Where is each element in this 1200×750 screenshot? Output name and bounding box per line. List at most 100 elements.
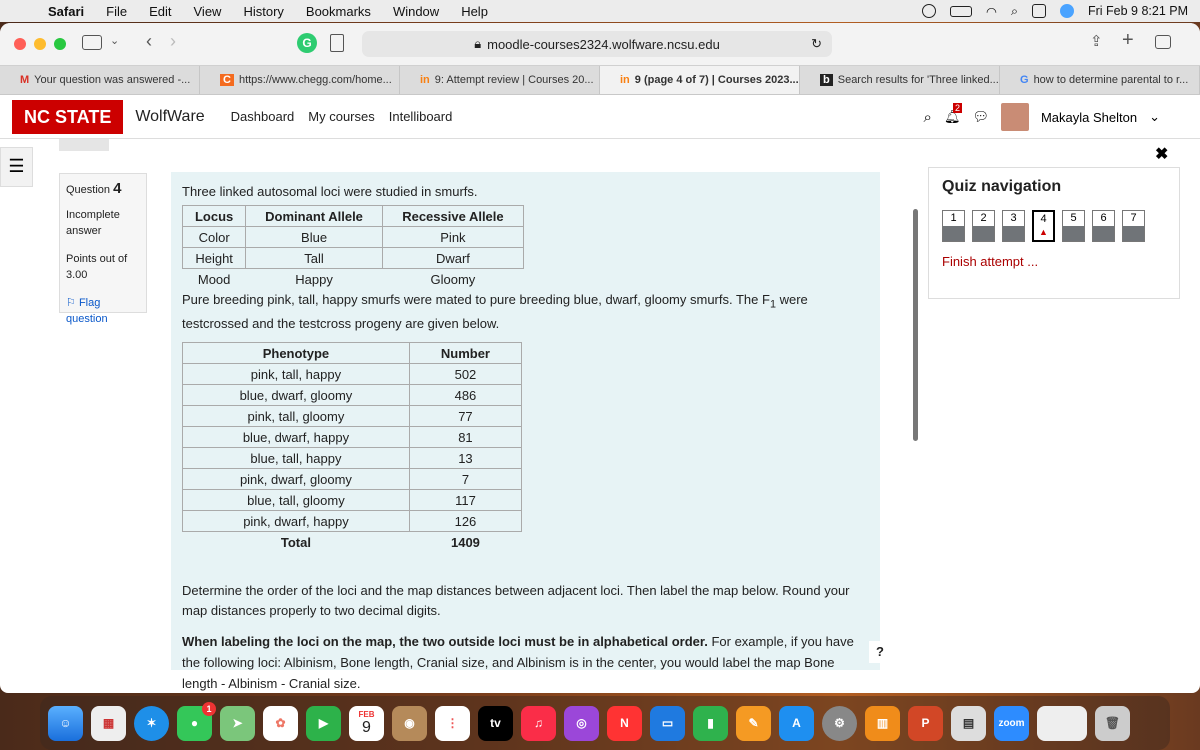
- books-icon[interactable]: ▥: [865, 705, 900, 741]
- notification-bell-icon[interactable]: 🔔︎ 2: [944, 103, 962, 125]
- chevron-down-icon[interactable]: ⌄: [110, 34, 119, 47]
- wifi-icon[interactable]: ◠: [986, 4, 997, 19]
- contacts-icon[interactable]: ◉: [392, 705, 427, 741]
- address-bar[interactable]: 🔒︎ moodle-courses2324.wolfware.ncsu.edu …: [362, 31, 832, 57]
- quiz-nav-q7[interactable]: 7: [1122, 210, 1145, 242]
- zoom-icon[interactable]: zoom: [994, 705, 1029, 741]
- nav-dashboard[interactable]: Dashboard: [231, 109, 295, 124]
- quiz-nav-q4[interactable]: 4 ▲: [1032, 210, 1055, 242]
- quiz-nav-q1[interactable]: 1: [942, 210, 965, 242]
- control-center-icon[interactable]: [1031, 4, 1046, 18]
- scrollbar[interactable]: [913, 209, 918, 441]
- menu-file[interactable]: File: [106, 4, 127, 19]
- table-cell: Total: [280, 534, 311, 550]
- table-cell: pink, tall, happy: [182, 363, 410, 386]
- help-button[interactable]: ?: [869, 641, 891, 663]
- flag-question-link[interactable]: ⚐ Flag question: [66, 295, 140, 327]
- menu-view[interactable]: View: [194, 4, 222, 19]
- tab-bartleby[interactable]: b Search results for 'Three linked...: [800, 66, 1000, 94]
- nav-intelliboard[interactable]: Intelliboard: [389, 109, 453, 124]
- zoom-window-button[interactable]: [54, 38, 66, 50]
- quiz-nav-q5[interactable]: 5: [1062, 210, 1085, 242]
- grammarly-icon[interactable]: [922, 4, 937, 18]
- facetime-icon[interactable]: ▶: [306, 705, 341, 741]
- forward-icon[interactable]: ›: [170, 31, 176, 52]
- search-icon[interactable]: ⌕: [1011, 4, 1018, 19]
- menu-history[interactable]: History: [243, 4, 283, 19]
- news-icon[interactable]: N: [607, 705, 642, 741]
- ncstate-logo[interactable]: NC STATE: [12, 99, 124, 134]
- table-header: Dominant Allele: [245, 205, 383, 227]
- grammarly-extension-icon[interactable]: G: [297, 33, 317, 53]
- tab-gmail[interactable]: M Your question was answered -...: [0, 66, 200, 94]
- menu-window[interactable]: Window: [393, 4, 439, 19]
- table-header-row: Phenotype Number: [182, 342, 523, 365]
- powerpoint-icon[interactable]: P: [908, 705, 943, 741]
- maps-icon[interactable]: ➤: [220, 705, 255, 741]
- quiz-nav-q2[interactable]: 2: [972, 210, 995, 242]
- table-cell: Blue: [245, 226, 383, 248]
- battery-icon[interactable]: [950, 5, 973, 17]
- calendar-icon[interactable]: FEB 9: [349, 705, 384, 741]
- menu-help[interactable]: Help: [461, 4, 488, 19]
- safari-icon[interactable]: ✶: [134, 705, 169, 741]
- search-icon[interactable]: ⌕: [924, 109, 932, 126]
- site-name[interactable]: WolfWare: [135, 108, 204, 126]
- tab-label: Search results for 'Three linked...: [837, 74, 999, 86]
- tab-google[interactable]: Ghow to determine parental to r...: [1000, 66, 1200, 94]
- table-row: blue, tall, gloomy 117: [182, 489, 523, 512]
- quiz-nav-buttons: 1 2 3 4 ▲ 5 6 7: [942, 210, 1166, 242]
- sidebar-icon[interactable]: [82, 35, 102, 50]
- pages-icon[interactable]: ✎: [736, 705, 771, 741]
- menu-app[interactable]: Safari: [48, 4, 84, 19]
- tab-quiz-page[interactable]: in 9 (page 4 of 7) | Courses 2023...: [600, 66, 800, 94]
- table-row: pink, dwarf, gloomy 7: [182, 468, 523, 491]
- quiz-nav-q3[interactable]: 3: [1002, 210, 1025, 242]
- system-settings-icon[interactable]: ⚙: [822, 705, 857, 741]
- messages-icon[interactable]: 💬︎: [972, 109, 989, 125]
- reminders-icon[interactable]: ⋮: [435, 705, 470, 741]
- back-icon[interactable]: ‹: [146, 31, 152, 52]
- google-icon: G: [1020, 74, 1029, 86]
- tab-attempt-review[interactable]: in 9: Attempt review | Courses 20...: [400, 66, 600, 94]
- quiz-nav-q6[interactable]: 6: [1092, 210, 1115, 242]
- finder-icon[interactable]: ☺: [48, 705, 83, 741]
- close-window-button[interactable]: [14, 38, 26, 50]
- finish-attempt-link[interactable]: Finish attempt ...: [942, 254, 1166, 269]
- podcasts-icon[interactable]: ◎: [564, 705, 599, 741]
- apple-tv-icon[interactable]: tv: [478, 705, 513, 741]
- menu-edit[interactable]: Edit: [149, 4, 171, 19]
- reload-icon[interactable]: ↻: [811, 36, 822, 52]
- tab-label: https://www.chegg.com/home...: [238, 74, 392, 86]
- tab-chegg[interactable]: Chttps://www.chegg.com/home...: [200, 66, 400, 94]
- table-row: blue, dwarf, gloomy 486: [182, 384, 523, 407]
- launchpad-icon[interactable]: ▦: [91, 705, 126, 741]
- new-tab-icon[interactable]: +: [1122, 29, 1134, 52]
- table-cell: pink, dwarf, happy: [182, 510, 410, 533]
- trash-icon[interactable]: 🗑︎: [1095, 705, 1130, 741]
- url-text: moodle-courses2324.wolfware.ncsu.edu: [487, 36, 720, 52]
- music-icon[interactable]: ♫: [521, 705, 556, 741]
- minimize-window-button[interactable]: [34, 38, 46, 50]
- numbers-icon[interactable]: ▮: [693, 705, 728, 741]
- preview-icon[interactable]: ▤: [951, 705, 986, 741]
- photos-icon[interactable]: ✿: [263, 705, 298, 741]
- user-menu[interactable]: Makayla Shelton: [1041, 110, 1137, 125]
- keynote-icon[interactable]: ▭: [650, 705, 685, 741]
- share-icon[interactable]: ⇪: [1090, 32, 1103, 50]
- chevron-down-icon[interactable]: ⌄: [1149, 109, 1160, 125]
- reader-icon[interactable]: [330, 34, 344, 52]
- course-index-toggle[interactable]: ☰: [0, 147, 33, 187]
- recent-document-icon[interactable]: [1037, 705, 1087, 741]
- menu-bookmarks[interactable]: Bookmarks: [306, 4, 371, 19]
- close-drawer-icon[interactable]: ✖: [1155, 144, 1168, 164]
- siri-icon[interactable]: [1059, 4, 1074, 18]
- nav-my-courses[interactable]: My courses: [308, 109, 374, 124]
- safari-window: ⌄ ‹ › G 🔒︎ moodle-courses2324.wolfware.n…: [0, 23, 1200, 693]
- avatar[interactable]: [1000, 103, 1029, 131]
- messages-icon[interactable]: ● 1: [177, 701, 216, 741]
- tab-overview-icon[interactable]: [1155, 35, 1171, 49]
- clock[interactable]: Fri Feb 9 8:21 PM: [1088, 4, 1188, 18]
- app-store-icon[interactable]: A: [779, 705, 814, 741]
- tab-label: 9 (page 4 of 7) | Courses 2023...: [634, 74, 799, 86]
